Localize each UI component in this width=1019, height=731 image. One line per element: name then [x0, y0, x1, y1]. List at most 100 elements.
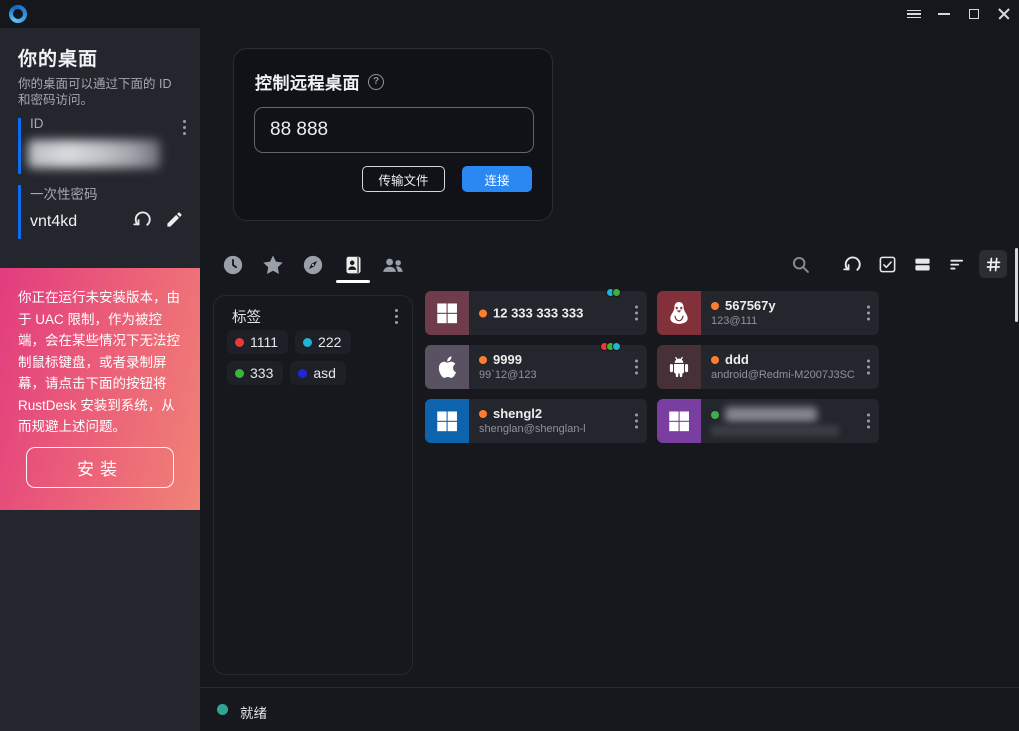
peer-menu-button[interactable]: [865, 358, 872, 377]
peer-menu-button[interactable]: [633, 412, 640, 431]
peer-status-dot: [479, 356, 487, 364]
connect-button[interactable]: 连接: [462, 166, 532, 192]
tag-label: asd: [313, 365, 336, 381]
sidebar-title: 你的桌面: [18, 44, 98, 71]
tag-chip[interactable]: 1111: [227, 330, 288, 354]
peer-tag-dots: [603, 342, 621, 351]
help-icon[interactable]: ?: [368, 74, 384, 90]
peer-card[interactable]: 12 333 333 333: [425, 291, 647, 335]
id-menu-button[interactable]: [181, 118, 188, 137]
minimize-button[interactable]: [929, 0, 959, 28]
install-button[interactable]: 安装: [26, 447, 174, 488]
peer-card[interactable]: shengl2 shenglan@shenglan-l: [425, 399, 647, 443]
peer-menu-button[interactable]: [865, 412, 872, 431]
menu-icon[interactable]: [899, 0, 929, 28]
id-value-redacted: [28, 140, 160, 168]
status-bar: 就绪: [200, 688, 1019, 731]
tab-group[interactable]: [381, 250, 405, 280]
linux-logo-icon: [657, 291, 701, 335]
tag-color-dot: [298, 369, 307, 378]
password-label: 一次性密码: [30, 183, 188, 203]
peer-subtitle-redacted: [711, 425, 839, 436]
scrollbar-thumb[interactable]: [1015, 248, 1018, 322]
tag-chip[interactable]: 333: [227, 361, 283, 385]
peer-tag-dots: [609, 288, 621, 297]
peer-grid: 12 333 333 333 567567y 123@111 9999 99`1…: [425, 291, 985, 443]
peer-name-redacted: [725, 407, 817, 422]
tags-menu-button[interactable]: [393, 307, 400, 326]
address-book-icon: [343, 254, 364, 276]
android-logo-icon: [657, 345, 701, 389]
connect-card: 控制远程桌面 ? 传输文件 连接: [233, 48, 553, 221]
connection-status-dot: [217, 704, 228, 715]
windows-logo-icon: [657, 399, 701, 443]
tab-favorites[interactable]: [261, 250, 285, 280]
peer-status-dot: [479, 309, 487, 317]
install-warning-banner: 你正在运行未安装版本，由于 UAC 限制，作为被控端，会在某些情况下无法控制鼠标…: [0, 268, 200, 510]
tag-chip[interactable]: 222: [295, 330, 351, 354]
peer-menu-button[interactable]: [633, 358, 640, 377]
accent-bar: [18, 185, 21, 239]
tags-list: 1111 222 333 asd: [227, 330, 403, 385]
peer-card[interactable]: [657, 399, 879, 443]
people-icon: [381, 254, 405, 276]
compass-icon: [302, 254, 324, 276]
refresh-password-icon[interactable]: [132, 209, 153, 230]
select-checkbox-icon[interactable]: [874, 250, 900, 278]
peer-status-dot: [711, 302, 719, 310]
connect-card-title: 控制远程桌面: [255, 69, 360, 94]
grid-view-icon[interactable]: [979, 250, 1007, 278]
transfer-file-button[interactable]: 传输文件: [362, 166, 445, 192]
refresh-icon[interactable]: [839, 250, 865, 278]
sidebar: 你的桌面 你的桌面可以通过下面的 ID 和密码访问。 ID 一次性密码 vnt4…: [0, 28, 200, 731]
close-button[interactable]: [989, 0, 1019, 28]
password-section: 一次性密码 vnt4kd: [18, 183, 188, 239]
rustdesk-logo-icon: [9, 5, 27, 23]
tag-color-dot: [235, 369, 244, 378]
maximize-button[interactable]: [959, 0, 989, 28]
tab-address-book[interactable]: [341, 250, 365, 280]
edit-password-icon[interactable]: [165, 209, 184, 230]
main-area: 控制远程桌面 ? 传输文件 连接: [200, 28, 1019, 731]
peer-card[interactable]: 567567y 123@111: [657, 291, 879, 335]
peer-status-dot: [711, 411, 719, 419]
sort-icon[interactable]: [944, 250, 970, 278]
tag-chip[interactable]: asd: [290, 361, 346, 385]
peer-menu-button[interactable]: [865, 304, 872, 323]
sidebar-subtitle: 你的桌面可以通过下面的 ID 和密码访问。: [18, 76, 186, 108]
peer-menu-button[interactable]: [633, 304, 640, 323]
tab-discovered[interactable]: [301, 250, 325, 280]
tag-label: 333: [250, 365, 273, 381]
peer-subtitle: shenglan@shenglan-l: [479, 423, 586, 435]
peer-subtitle: 99`12@123: [479, 369, 537, 381]
connection-status-text: 就绪: [240, 702, 267, 722]
peer-name: shengl2: [493, 406, 542, 421]
title-bar: [0, 0, 1019, 28]
star-icon: [261, 253, 285, 277]
peer-card[interactable]: ddd android@Redmi-M2007J3SC: [657, 345, 879, 389]
tag-label: 222: [318, 334, 341, 350]
peer-card[interactable]: 9999 99`12@123: [425, 345, 647, 389]
peer-name: ddd: [725, 352, 749, 367]
tab-recent-sessions[interactable]: [221, 250, 245, 280]
accent-bar: [18, 118, 21, 174]
selected-tab-underline: [336, 280, 370, 283]
id-section: ID: [18, 116, 188, 174]
card-view-icon[interactable]: [909, 250, 935, 278]
remote-id-input[interactable]: [254, 107, 534, 153]
windows-logo-icon: [425, 399, 469, 443]
peer-name: 9999: [493, 352, 522, 367]
peer-name: 567567y: [725, 298, 776, 313]
tags-panel: 标签 1111 222 333 asd: [213, 295, 413, 675]
warning-text: 你正在运行未安装版本，由于 UAC 限制，作为被控端，会在某些情况下无法控制鼠标…: [18, 287, 182, 438]
id-label: ID: [30, 116, 188, 131]
peer-tabs: [221, 250, 405, 280]
windows-logo-icon: [425, 291, 469, 335]
peer-status-dot: [479, 410, 487, 418]
clock-icon: [222, 254, 244, 276]
apple-logo-icon: [425, 345, 469, 389]
tag-color-dot: [303, 338, 312, 347]
search-icon[interactable]: [787, 250, 813, 278]
tags-title: 标签: [232, 306, 261, 327]
tag-label: 1111: [250, 334, 278, 350]
